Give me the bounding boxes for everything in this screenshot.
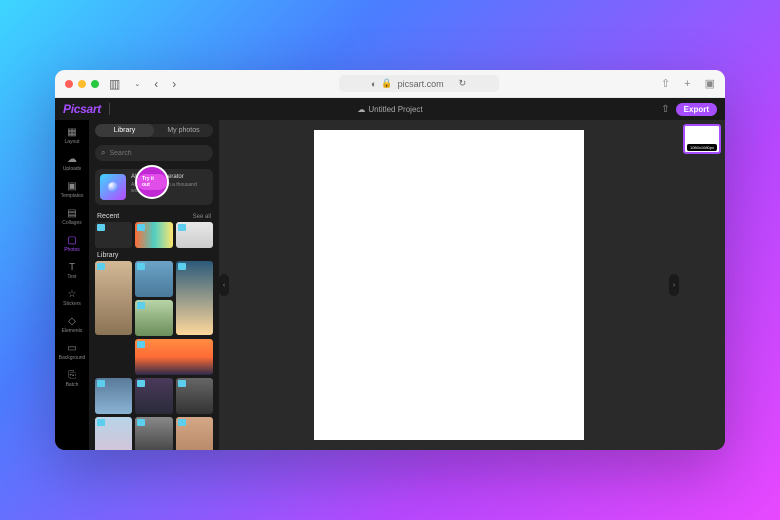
nav-label: Photos bbox=[64, 247, 80, 253]
cta-label: Try it out bbox=[137, 174, 167, 190]
nav-item-elements[interactable]: ◇Elements bbox=[62, 315, 83, 334]
library-thumb[interactable] bbox=[135, 378, 172, 414]
nav-item-stickers[interactable]: ☆Stickers bbox=[63, 288, 81, 307]
recent-thumb[interactable] bbox=[176, 222, 213, 248]
nav-item-layout[interactable]: ▦Layout bbox=[64, 126, 79, 145]
logo[interactable]: Picsart bbox=[63, 102, 101, 116]
nav-label: Elements bbox=[62, 328, 83, 334]
nav-item-text[interactable]: TText bbox=[66, 261, 78, 280]
canvas[interactable] bbox=[314, 130, 584, 440]
project-title-text: Untitled Project bbox=[368, 105, 422, 114]
elements-icon: ◇ bbox=[66, 315, 78, 327]
library-thumb[interactable] bbox=[95, 417, 132, 450]
nav-label: Layout bbox=[64, 139, 79, 145]
search-input[interactable] bbox=[109, 150, 207, 157]
library-grid bbox=[89, 261, 219, 450]
nav-item-batch[interactable]: ⎘Batch bbox=[66, 369, 79, 388]
panel-collapse-right[interactable]: › bbox=[669, 274, 679, 296]
recent-thumbnails bbox=[89, 222, 219, 248]
nav-rail: ▦Layout ☁Uploads ▣Templates ▤Collages ▢P… bbox=[55, 120, 89, 450]
nav-label: Uploads bbox=[63, 166, 81, 172]
ai-generator-promo[interactable]: AI Image Generator An image is worth a t… bbox=[95, 169, 213, 205]
divider bbox=[109, 103, 110, 115]
page-dimensions: 1080x1080px bbox=[687, 144, 717, 151]
address-bar[interactable]: ◐ 🔒 picsart.com ↻ bbox=[339, 75, 499, 92]
stickers-icon: ☆ bbox=[66, 288, 78, 300]
photos-icon: ▢ bbox=[66, 234, 78, 246]
nav-label: Stickers bbox=[63, 301, 81, 307]
app-body: ▦Layout ☁Uploads ▣Templates ▤Collages ▢P… bbox=[55, 120, 725, 450]
window-controls bbox=[65, 80, 99, 88]
maximize-window-icon[interactable] bbox=[91, 80, 99, 88]
text-icon: T bbox=[66, 261, 78, 273]
library-thumb[interactable] bbox=[95, 261, 132, 335]
library-thumb[interactable] bbox=[95, 378, 132, 414]
cloud-icon: ☁ bbox=[357, 105, 365, 114]
search-box[interactable]: ⌕ bbox=[95, 145, 213, 161]
tabs-overview-icon[interactable]: ▣ bbox=[705, 77, 715, 90]
chevron-down-icon[interactable]: ⌄ bbox=[134, 80, 140, 88]
share-icon[interactable]: ⇧ bbox=[661, 104, 669, 115]
nav-label: Collages bbox=[62, 220, 81, 226]
library-thumb[interactable] bbox=[135, 261, 172, 297]
see-all-link[interactable]: See all bbox=[193, 214, 211, 220]
forward-icon[interactable]: › bbox=[172, 77, 176, 91]
browser-chrome: ▥ ⌄ ‹ › ◐ 🔒 picsart.com ↻ ⇧ + ▣ bbox=[55, 70, 725, 98]
nav-item-collages[interactable]: ▤Collages bbox=[62, 207, 81, 226]
page-thumbnail[interactable]: 1080x1080px bbox=[683, 124, 721, 154]
app-topbar: Picsart ☁ Untitled Project ⇧ Export bbox=[55, 98, 725, 120]
tab-my-photos[interactable]: My photos bbox=[154, 124, 213, 137]
canvas-area: ‹ › bbox=[219, 120, 679, 450]
nav-label: Templates bbox=[61, 193, 84, 199]
try-it-out-callout[interactable]: Try it out bbox=[135, 165, 169, 199]
lock-icon: 🔒 bbox=[381, 78, 392, 89]
back-icon[interactable]: ‹ bbox=[154, 77, 158, 91]
promo-thumbnail bbox=[100, 174, 126, 200]
library-thumb[interactable] bbox=[176, 417, 213, 450]
library-thumb[interactable] bbox=[176, 261, 213, 335]
url-text: picsart.com bbox=[398, 79, 444, 89]
library-thumb[interactable] bbox=[135, 339, 213, 375]
shield-icon: ◐ bbox=[371, 79, 376, 89]
library-thumb[interactable] bbox=[135, 417, 172, 450]
export-button[interactable]: Export bbox=[676, 103, 717, 116]
nav-label: Batch bbox=[66, 382, 79, 388]
nav-item-background[interactable]: ▭Background bbox=[59, 342, 86, 361]
panel-collapse-left[interactable]: ‹ bbox=[219, 274, 229, 296]
nav-label: Text bbox=[67, 274, 76, 280]
batch-icon: ⎘ bbox=[66, 369, 78, 381]
nav-label: Background bbox=[59, 355, 86, 361]
templates-icon: ▣ bbox=[66, 180, 78, 192]
pages-rail: 1080x1080px bbox=[679, 120, 725, 450]
section-recent: Recent bbox=[97, 213, 119, 220]
panel-tabs: Library My photos bbox=[95, 124, 213, 137]
library-thumb[interactable] bbox=[176, 378, 213, 414]
library-thumb[interactable] bbox=[135, 300, 172, 336]
tab-library[interactable]: Library bbox=[95, 124, 154, 137]
browser-window: ▥ ⌄ ‹ › ◐ 🔒 picsart.com ↻ ⇧ + ▣ Picsart … bbox=[55, 70, 725, 450]
section-library: Library bbox=[97, 252, 118, 259]
recent-thumb[interactable] bbox=[95, 222, 132, 248]
nav-item-photos[interactable]: ▢Photos bbox=[64, 234, 80, 253]
sidebar-toggle-icon[interactable]: ▥ bbox=[109, 77, 120, 91]
share-browser-icon[interactable]: ⇧ bbox=[661, 77, 670, 90]
nav-item-uploads[interactable]: ☁Uploads bbox=[63, 153, 81, 172]
nav-item-templates[interactable]: ▣Templates bbox=[61, 180, 84, 199]
background-icon: ▭ bbox=[66, 342, 78, 354]
search-icon: ⌕ bbox=[101, 148, 105, 158]
side-panel: Library My photos ⌕ AI Image Generator A… bbox=[89, 120, 219, 450]
refresh-icon[interactable]: ↻ bbox=[459, 78, 467, 89]
app-root: Picsart ☁ Untitled Project ⇧ Export ▦Lay… bbox=[55, 98, 725, 450]
recent-thumb[interactable] bbox=[135, 222, 172, 248]
project-title[interactable]: ☁ Untitled Project bbox=[357, 105, 422, 114]
layout-icon: ▦ bbox=[66, 126, 78, 138]
uploads-icon: ☁ bbox=[66, 153, 78, 165]
close-window-icon[interactable] bbox=[65, 80, 73, 88]
collages-icon: ▤ bbox=[66, 207, 78, 219]
new-tab-icon[interactable]: + bbox=[684, 78, 690, 90]
minimize-window-icon[interactable] bbox=[78, 80, 86, 88]
